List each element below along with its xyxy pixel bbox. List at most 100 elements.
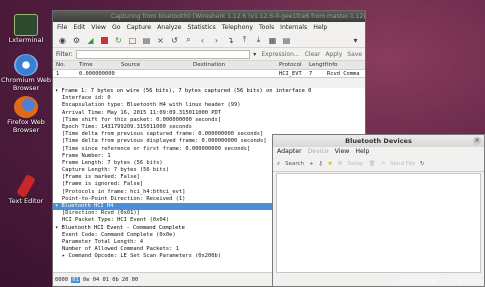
search-icon: ⌕ — [277, 160, 281, 167]
options-gear-icon[interactable]: ⚙ — [71, 35, 82, 46]
menu-view[interactable]: View — [91, 24, 106, 31]
first-packet-icon[interactable]: ⤒ — [239, 35, 250, 46]
open-file-icon[interactable]: □ — [127, 35, 138, 46]
dock-item-firefox[interactable]: Firefox Web Browser — [0, 96, 52, 134]
start-capture-icon[interactable]: ◢ — [85, 35, 96, 46]
bt-menu-device[interactable]: Device — [308, 148, 329, 155]
dock-label: Lxterminal — [8, 36, 44, 44]
back-icon[interactable]: ‹ — [197, 35, 208, 46]
bt-menu-help[interactable]: Help — [355, 148, 369, 155]
setup-icon: ⚙ — [337, 161, 343, 167]
bt-send-file-button[interactable]: Send File — [390, 161, 415, 167]
dock-label: Chromium Web Browser — [1, 76, 51, 92]
bluetooth-devices-window: Bluetooth Devices × Adapter Device View … — [272, 134, 485, 287]
forward-icon[interactable]: › — [211, 35, 222, 46]
stop-capture-icon[interactable] — [99, 35, 110, 46]
menu-tools[interactable]: Tools — [259, 24, 274, 31]
col-length[interactable]: Length — [309, 61, 327, 69]
cell-protocol: HCI_EVT — [279, 71, 302, 77]
menu-statistics[interactable]: Statistics — [187, 24, 215, 31]
interfaces-icon[interactable]: ◉ — [57, 35, 68, 46]
filter-bar: Filter: ▾ Expression... Clear Apply Save — [53, 48, 365, 61]
restart-capture-icon[interactable]: ↻ — [113, 35, 124, 46]
col-destination[interactable]: Destination — [193, 61, 279, 69]
hex-bytes: 0e 04 01 0b 20 00 — [82, 277, 139, 283]
dock-label: Firefox Web Browser — [7, 118, 45, 134]
packet-row[interactable]: 1 0.000000000 HCI_EVT 7 Rcvd Comma — [53, 70, 365, 78]
filter-dropdown-icon[interactable]: ▾ — [253, 51, 256, 58]
menu-internals[interactable]: Internals — [280, 24, 307, 31]
apply-button[interactable]: Apply — [325, 51, 342, 58]
autoscroll-icon[interactable]: ▤ — [281, 35, 292, 46]
main-toolbar: ◉ ⚙ ◢ ↻ □ ▤ × ↺ ⌕ ‹ › ↴ ⤒ ⤓ ▦ ▤ ▾ — [53, 33, 365, 48]
menu-bar: File Edit View Go Capture Analyze Statis… — [53, 22, 365, 33]
reload-icon[interactable]: ↺ — [169, 35, 180, 46]
star-icon[interactable]: ★ — [328, 161, 333, 167]
bt-title-text: Bluetooth Devices — [345, 137, 412, 145]
col-no[interactable]: No. — [53, 61, 79, 69]
menu-analyze[interactable]: Analyze — [157, 24, 181, 31]
menu-capture[interactable]: Capture — [127, 24, 152, 31]
bt-toolbar: ⌕ Search + ⚷ ★ ⚙ Setup 🗑 ↗ Send File ↻ — [273, 157, 484, 172]
col-time[interactable]: Time — [79, 61, 121, 69]
dock-label: Text Editor — [8, 197, 44, 205]
bt-search-button[interactable]: Search — [285, 161, 304, 167]
menu-help[interactable]: Help — [313, 24, 327, 31]
firefox-icon — [14, 96, 38, 118]
cell-time: 0.000000000 — [79, 71, 115, 77]
cell-destination — [193, 70, 279, 77]
find-icon[interactable]: ⌕ — [183, 35, 194, 46]
cell-source — [121, 70, 193, 77]
clear-button[interactable]: Clear — [305, 51, 321, 58]
detail-line[interactable]: Epoch Time: 1431799209.315011000 seconds — [53, 124, 365, 131]
more-icon[interactable]: ▾ — [350, 35, 361, 46]
filter-input[interactable] — [75, 49, 251, 59]
menu-go[interactable]: Go — [112, 24, 121, 31]
detail-line[interactable]: Interface id: 0 — [53, 95, 365, 102]
trash-icon[interactable]: 🗑 — [369, 161, 376, 167]
pencil-icon — [16, 173, 36, 199]
packet-list-header: No. Time Source Destination Protocol Len… — [53, 61, 365, 70]
device-list[interactable] — [276, 173, 481, 273]
close-file-icon[interactable]: × — [155, 35, 166, 46]
expression-button[interactable]: Expression... — [261, 51, 299, 58]
col-source[interactable]: Source — [121, 61, 193, 69]
menu-telephony[interactable]: Telephony — [222, 24, 253, 31]
detail-line[interactable]: Encapsulation type: Bluetooth H4 with li… — [53, 102, 365, 109]
col-info[interactable]: Info — [327, 61, 365, 69]
hex-selected-byte: 01 — [71, 277, 80, 283]
menu-edit[interactable]: Edit — [73, 24, 85, 31]
last-packet-icon[interactable]: ⤓ — [253, 35, 264, 46]
network-speed-indicator: ∧ 1.63 KB 0.00 B/s ∨ 1.11 KB 0.00 B/s — [395, 280, 483, 285]
go-to-packet-icon[interactable]: ↴ — [225, 35, 236, 46]
close-icon[interactable]: × — [473, 137, 481, 145]
window-title: Capturing from bluetooth0 [Wireshark 1.1… — [53, 11, 365, 22]
bt-menu-adapter[interactable]: Adapter — [277, 148, 302, 155]
save-button[interactable]: Save — [347, 51, 362, 58]
cell-length: 7 — [309, 71, 313, 77]
dock-item-terminal[interactable]: Lxterminal — [0, 14, 52, 44]
filter-label: Filter: — [56, 50, 73, 58]
detail-line[interactable]: Arrival Time: May 16, 2015 11:09:09.3150… — [53, 110, 365, 117]
send-file-icon: ↗ — [380, 161, 386, 167]
add-device-icon[interactable]: + — [309, 161, 314, 167]
terminal-icon — [14, 14, 38, 36]
save-file-icon[interactable]: ▤ — [141, 35, 152, 46]
col-protocol[interactable]: Protocol — [279, 61, 309, 69]
dock-item-chromium[interactable]: Chromium Web Browser — [0, 54, 52, 92]
key-icon[interactable]: ⚷ — [319, 161, 323, 167]
bt-menu-bar: Adapter Device View Help — [273, 147, 484, 157]
dock-item-text-editor[interactable]: Text Editor — [0, 173, 52, 205]
detail-line[interactable]: [Time shift for this packet: 0.000000000… — [53, 117, 365, 124]
detail-line[interactable]: ▾ Frame 1: 7 bytes on wire (56 bits), 7 … — [53, 88, 365, 95]
bt-setup-button[interactable]: Setup — [348, 161, 364, 167]
chromium-icon — [14, 54, 38, 76]
cell-info: Rcvd Comma — [327, 71, 360, 77]
menu-file[interactable]: File — [57, 24, 67, 31]
cell-no: 1 — [56, 71, 60, 77]
refresh-icon[interactable]: ↻ — [420, 161, 425, 167]
colorize-icon[interactable]: ▦ — [267, 35, 278, 46]
bt-menu-view[interactable]: View — [335, 148, 350, 155]
bt-window-title: Bluetooth Devices × — [273, 135, 484, 147]
launcher-dock: Lxterminal Chromium Web Browser Firefox … — [0, 0, 52, 287]
